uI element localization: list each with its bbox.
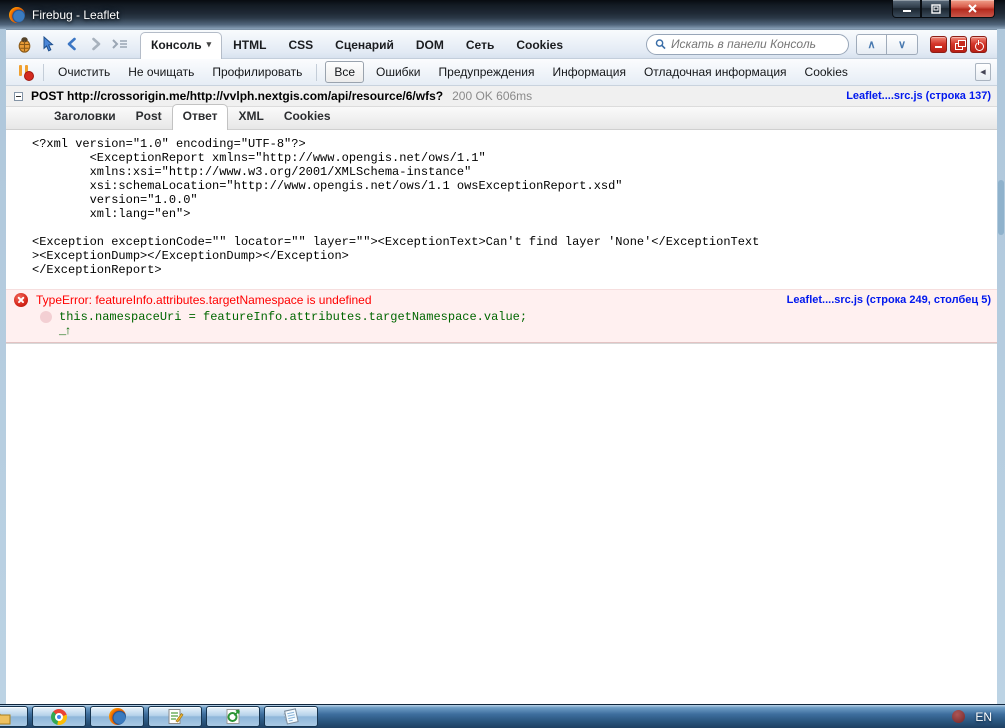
tab-css[interactable]: CSS: [277, 33, 324, 59]
tab-console[interactable]: Консоль ▾: [140, 31, 223, 60]
search-nav: ∧ ∨: [856, 33, 918, 55]
search-prev-button[interactable]: ∧: [856, 33, 887, 55]
taskbar-item-notepad[interactable]: [264, 706, 318, 727]
notepad-icon: [283, 708, 299, 725]
request-method-url[interactable]: POST http://crossorigin.me/http://vvlph.…: [31, 89, 443, 103]
xml-line: [32, 221, 997, 235]
filter-debug-button[interactable]: Отладочная информация: [635, 61, 796, 83]
firefox-app-icon: [9, 6, 25, 23]
deactivate-firebug-icon[interactable]: [970, 35, 987, 53]
taskbar: EN: [0, 704, 1005, 728]
xml-line: version="1.0.0": [32, 193, 198, 207]
breakpoint-circle-icon[interactable]: [40, 311, 52, 323]
folder-icon: [0, 713, 11, 724]
tab-post[interactable]: Post: [126, 105, 172, 129]
maximize-button[interactable]: [921, 0, 950, 18]
profile-button[interactable]: Профилировать: [203, 61, 311, 83]
firebug-body: Консоль ▾ HTML CSS Сценарий DOM Сеть Coo…: [6, 29, 997, 704]
filter-info-button[interactable]: Информация: [543, 61, 634, 83]
language-indicator[interactable]: EN: [975, 710, 992, 724]
console-toolbar: Очистить Не очищать Профилировать Все Ош…: [6, 59, 997, 86]
minimize-button[interactable]: [892, 0, 921, 18]
detach-firebug-icon[interactable]: [950, 35, 967, 53]
chevron-down-icon: ▾: [206, 39, 212, 49]
tab-cookies[interactable]: Cookies: [505, 33, 574, 59]
window-title: Firebug - Leaflet: [32, 7, 120, 22]
response-body: <?xml version="1.0" encoding="UTF-8"?> <…: [6, 130, 997, 289]
tab-response[interactable]: Ответ: [171, 104, 229, 130]
xml-line: xmlns:xsi="http://www.w3.org/2001/XMLSch…: [32, 165, 472, 179]
taskbar-item-chrome[interactable]: [32, 706, 86, 727]
filter-cookies-button[interactable]: Cookies: [796, 61, 857, 83]
qgis-icon: [226, 709, 240, 724]
request-status: 200 OK 606ms: [452, 89, 533, 103]
error-message: TypeError: featureInfo.attributes.target…: [36, 293, 372, 307]
inspect-element-icon[interactable]: [38, 34, 58, 54]
forward-icon[interactable]: [86, 34, 106, 54]
tab-headers[interactable]: Заголовки: [44, 105, 126, 129]
panel-tabs: Консоль ▾ HTML CSS Сценарий DOM Сеть Coo…: [140, 30, 574, 60]
xml-line: xml:lang="en">: [32, 207, 191, 221]
tab-xml[interactable]: XML: [228, 105, 273, 129]
taskbar-item-folder[interactable]: [0, 706, 28, 727]
xml-line: <ExceptionReport xmlns="http://www.openg…: [32, 151, 486, 165]
window-controls: [892, 0, 995, 18]
notepad-plus-icon: [168, 709, 183, 724]
filter-errors-button[interactable]: Ошибки: [367, 61, 430, 83]
tray-notification-icon[interactable]: [952, 710, 966, 723]
scrollbar-thumb[interactable]: [998, 180, 1004, 235]
firebug-menu-icon[interactable]: [14, 34, 34, 54]
persist-button[interactable]: Не очищать: [119, 61, 203, 83]
xml-line: xsi:schemaLocation="http://www.opengis.n…: [32, 179, 623, 193]
toolbar-collapse-button[interactable]: ◀: [975, 63, 991, 81]
system-tray: EN: [952, 710, 1005, 724]
collapse-request-icon[interactable]: [14, 91, 23, 101]
network-request-row[interactable]: POST http://crossorigin.me/http://vvlph.…: [6, 86, 997, 107]
console-panel: POST http://crossorigin.me/http://vvlph.…: [6, 86, 997, 704]
xml-line: ><ExceptionDump></ExceptionDump></Except…: [32, 249, 349, 263]
close-button[interactable]: [950, 0, 995, 18]
tab-net[interactable]: Сеть: [455, 33, 505, 59]
error-code-line: this.namespaceUri = featureInfo.attribut…: [59, 310, 528, 324]
chrome-icon: [51, 708, 67, 725]
taskbar-item-qgis[interactable]: [206, 706, 260, 727]
request-source-link[interactable]: Leaflet....src.js (строка 137): [846, 90, 991, 102]
xml-line: <Exception exceptionCode="" locator="" l…: [32, 235, 760, 249]
xml-line: </ExceptionReport>: [32, 263, 162, 277]
minimize-firebug-icon[interactable]: [930, 35, 947, 53]
tab-html[interactable]: HTML: [222, 33, 277, 59]
title-bar[interactable]: Firebug - Leaflet: [0, 0, 1005, 29]
search-box[interactable]: [646, 33, 849, 55]
search-next-button[interactable]: ∨: [887, 33, 918, 55]
firebug-window: Firebug - Leaflet Консоль ▾ HTML CSS Сце…: [0, 0, 1005, 704]
search-input[interactable]: [670, 37, 840, 51]
clear-button[interactable]: Очистить: [49, 61, 119, 83]
tab-dom[interactable]: DOM: [405, 33, 455, 59]
firebug-window-buttons: [930, 35, 987, 53]
firebug-main-toolbar: Консоль ▾ HTML CSS Сценарий DOM Сеть Coo…: [6, 30, 997, 60]
back-icon[interactable]: [62, 34, 82, 54]
filter-warnings-button[interactable]: Предупреждения: [430, 61, 544, 83]
error-log-entry[interactable]: TypeError: featureInfo.attributes.target…: [6, 289, 997, 343]
break-on-all-errors-icon[interactable]: [16, 63, 34, 81]
command-line-icon[interactable]: [110, 34, 130, 54]
error-source-link[interactable]: Leaflet....src.js (строка 249, столбец 5…: [787, 294, 991, 306]
taskbar-item-firefox[interactable]: [90, 706, 144, 727]
xml-line: <?xml version="1.0" encoding="UTF-8"?>: [32, 137, 306, 151]
tab-console-label: Консоль: [151, 37, 202, 52]
taskbar-item-notepad-plus[interactable]: [148, 706, 202, 727]
request-detail-tabs: Заголовки Post Ответ XML Cookies: [6, 104, 997, 130]
error-column-marker: _↑: [59, 324, 71, 338]
tab-script[interactable]: Сценарий: [324, 33, 405, 59]
filter-all-button[interactable]: Все: [325, 61, 365, 83]
search-icon: [655, 39, 666, 50]
tab-request-cookies[interactable]: Cookies: [274, 105, 341, 129]
firefox-icon: [108, 708, 126, 725]
error-icon: [14, 293, 28, 307]
